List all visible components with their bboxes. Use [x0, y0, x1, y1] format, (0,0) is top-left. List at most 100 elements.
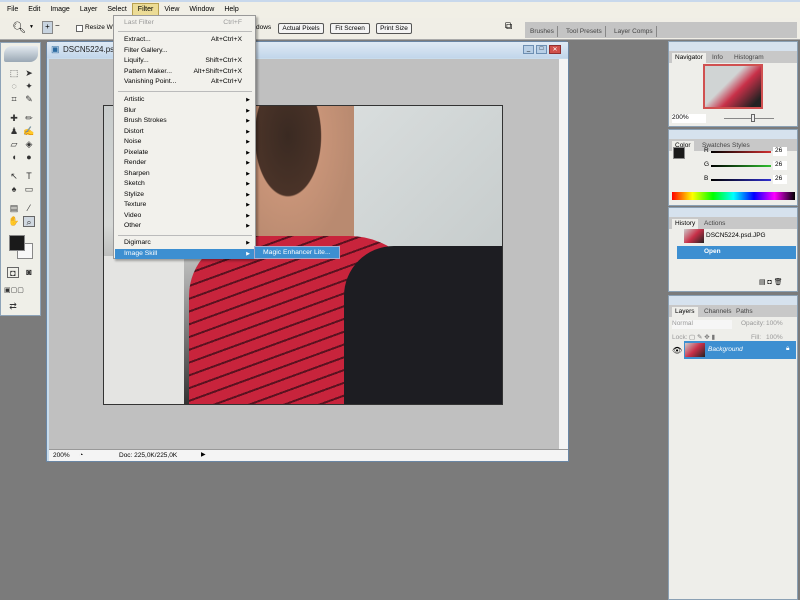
history-snapshot-thumbnail[interactable] — [684, 229, 704, 243]
red-value[interactable]: 26 — [773, 147, 787, 156]
menu-item-filter-gallery[interactable]: Filter Gallery... — [115, 46, 254, 57]
fit-screen-button[interactable]: Fit Screen — [330, 23, 370, 34]
tab-navigator[interactable]: Navigator — [672, 53, 706, 63]
menu-item-noise[interactable]: Noise ▶ — [115, 137, 254, 148]
menu-item-pixelate[interactable]: Pixelate ▶ — [115, 148, 254, 159]
maximize-button[interactable]: □ — [536, 45, 547, 54]
shape-tool-icon[interactable]: ▭ — [23, 184, 35, 195]
blend-mode-dropdown[interactable]: Normal — [672, 320, 732, 329]
blue-slider[interactable] — [711, 179, 771, 181]
menu-item-vanishing-point[interactable]: Vanishing Point... Alt+Ctrl+V — [115, 77, 254, 88]
jump-to-imageready-icon[interactable]: ⇄ — [7, 301, 19, 312]
tab-info[interactable]: Info — [709, 53, 726, 63]
feather-logo-icon[interactable] — [4, 46, 38, 62]
red-slider[interactable] — [711, 151, 771, 153]
green-value[interactable]: 26 — [773, 161, 787, 170]
clone-stamp-tool-icon[interactable]: ♟ — [8, 126, 20, 137]
dock-tab-layer-comps[interactable]: Layer Comps — [611, 26, 657, 37]
print-size-button[interactable]: Print Size — [376, 23, 412, 34]
menu-item-brush-strokes[interactable]: Brush Strokes ▶ — [115, 116, 254, 127]
navigator-slider-handle[interactable] — [751, 114, 755, 122]
move-tool-icon[interactable]: ➤ — [23, 68, 35, 79]
crop-tool-icon[interactable]: ⌗ — [8, 94, 20, 105]
history-panel-buttons[interactable]: ▤ ◘ 🗑︎ — [759, 278, 783, 286]
menu-item-stylize[interactable]: Stylize ▶ — [115, 190, 254, 201]
screen-mode-icons[interactable]: ▣▢▢ — [4, 285, 24, 296]
menu-item-digimarc[interactable]: Digimarc ▶ — [115, 238, 254, 249]
slice-tool-icon[interactable]: ✎ — [23, 94, 35, 105]
zoom-tool-icon[interactable]: 🔍︎ — [12, 21, 26, 34]
menu-item-video[interactable]: Video ▶ — [115, 211, 254, 222]
menu-edit[interactable]: Edit — [23, 4, 45, 16]
pen-tool-icon[interactable]: ♠ — [8, 184, 20, 195]
healing-brush-tool-icon[interactable]: ✚ — [8, 113, 20, 124]
menu-item-render[interactable]: Render ▶ — [115, 158, 254, 169]
eyedropper-tool-icon[interactable]: ⁄ — [23, 203, 35, 214]
status-icon[interactable]: ◔ — [79, 450, 83, 461]
path-selection-tool-icon[interactable]: ↖ — [8, 171, 20, 182]
type-tool-icon[interactable]: T — [23, 171, 35, 182]
resize-windows-checkbox[interactable] — [76, 25, 83, 32]
menu-item-pattern-maker[interactable]: Pattern Maker... Alt+Shift+Ctrl+X — [115, 67, 254, 78]
tab-paths[interactable]: Paths — [733, 307, 756, 317]
layer-visibility-eye-icon[interactable]: 👁︎ — [672, 346, 682, 355]
menu-item-sketch[interactable]: Sketch ▶ — [115, 179, 254, 190]
tab-history[interactable]: History — [672, 219, 699, 229]
zoom-level[interactable]: 200% — [53, 450, 70, 461]
navigator-zoom-field[interactable]: 200% — [672, 114, 706, 123]
tab-histogram[interactable]: Histogram — [731, 53, 767, 63]
dodge-tool-icon[interactable]: ● — [23, 152, 35, 163]
tab-actions[interactable]: Actions — [701, 219, 728, 229]
menu-item-image-skill[interactable]: Image Skill ▶ — [115, 248, 254, 259]
zoom-tool-icon[interactable]: ⌕ — [23, 216, 35, 227]
palette-well-icon[interactable]: ⧉ — [505, 21, 512, 32]
marquee-tool-icon[interactable]: ⬚ — [8, 68, 20, 79]
blur-tool-icon[interactable]: ◖ — [8, 152, 20, 163]
tab-styles[interactable]: Styles — [729, 141, 753, 151]
status-menu-arrow-icon[interactable]: ▶ — [201, 450, 206, 461]
actual-pixels-button[interactable]: Actual Pixels — [278, 23, 324, 34]
color-foreground-swatch[interactable] — [673, 147, 685, 159]
menu-layer[interactable]: Layer — [75, 4, 103, 16]
menu-item-liquify[interactable]: Liquify... Shift+Ctrl+X — [115, 56, 254, 67]
navigator-zoom-slider[interactable] — [724, 118, 774, 119]
history-brush-tool-icon[interactable]: ✍ — [23, 126, 35, 137]
zoom-in-icon[interactable]: + — [42, 21, 53, 34]
eraser-tool-icon[interactable]: ▱ — [8, 139, 20, 150]
lock-icons[interactable]: ▢ ✎ ✥ ▮ — [689, 333, 715, 341]
quick-mask-icon[interactable]: ◙ — [23, 267, 35, 278]
submenu-item-magic-enhancer-lite[interactable]: Magic Enhancer Lite... — [254, 246, 340, 259]
history-state-open[interactable]: Open — [677, 246, 796, 259]
close-button[interactable]: ✕ — [549, 45, 561, 54]
tool-preset-dropdown-icon[interactable]: ▼ — [29, 24, 34, 30]
menu-item-other[interactable]: Other ▶ — [115, 221, 254, 232]
hand-tool-icon[interactable]: ✋ — [8, 216, 20, 227]
menu-item-artistic[interactable]: Artistic ▶ — [115, 95, 254, 106]
lasso-tool-icon[interactable]: ◌ — [8, 81, 20, 92]
foreground-color-swatch[interactable] — [9, 235, 25, 251]
menu-item-last-filter[interactable]: Last Filter Ctrl+F — [115, 18, 254, 29]
brush-tool-icon[interactable]: ✏ — [23, 113, 35, 124]
standard-mode-icon[interactable]: ◘ — [7, 267, 19, 278]
color-spectrum-ramp[interactable] — [672, 192, 795, 200]
menu-item-extract[interactable]: Extract... Alt+Ctrl+X — [115, 35, 254, 46]
minimize-button[interactable]: _ — [523, 45, 534, 54]
tab-channels[interactable]: Channels — [701, 307, 734, 317]
layer-row-background[interactable]: Background 🔒︎ — [684, 341, 796, 359]
tab-layers[interactable]: Layers — [672, 307, 698, 317]
menu-item-texture[interactable]: Texture ▶ — [115, 200, 254, 211]
menu-file[interactable]: File — [2, 4, 23, 16]
menu-item-sharpen[interactable]: Sharpen ▶ — [115, 169, 254, 180]
menu-item-distort[interactable]: Distort ▶ — [115, 127, 254, 138]
navigator-thumbnail[interactable] — [703, 64, 763, 109]
blue-value[interactable]: 26 — [773, 175, 787, 184]
zoom-out-icon[interactable]: − — [55, 21, 60, 30]
dock-tab-tool-presets[interactable]: Tool Presets — [563, 26, 606, 37]
notes-tool-icon[interactable]: ▤ — [8, 203, 20, 214]
menu-item-blur[interactable]: Blur ▶ — [115, 106, 254, 117]
opacity-field[interactable]: 100% — [766, 320, 783, 327]
paint-bucket-tool-icon[interactable]: ◈ — [23, 139, 35, 150]
menu-image[interactable]: Image — [45, 4, 74, 16]
green-slider[interactable] — [711, 165, 771, 167]
fill-field[interactable]: 100% — [766, 334, 783, 341]
